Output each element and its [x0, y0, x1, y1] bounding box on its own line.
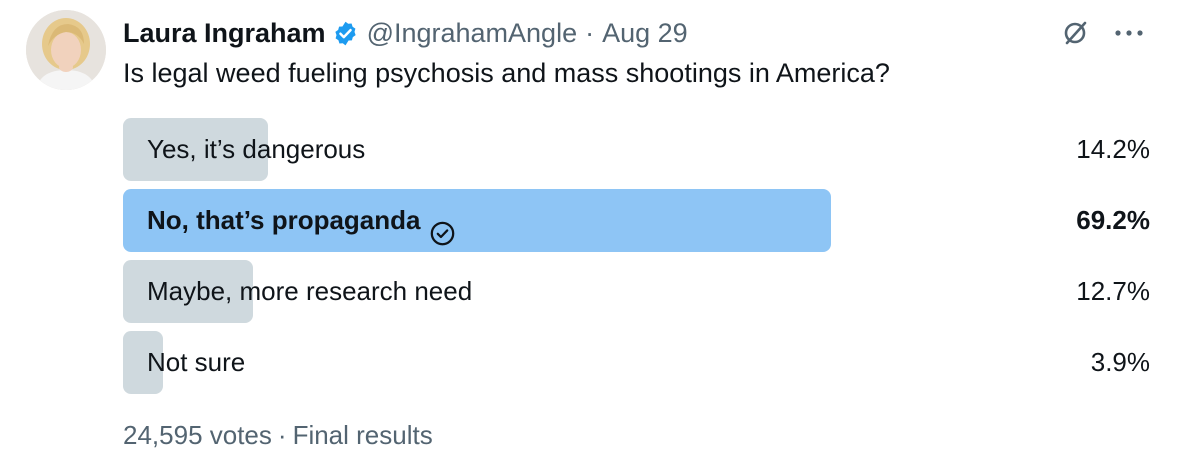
poll-option-label: No, that’s propaganda — [147, 189, 456, 252]
poll-footer-separator: · — [277, 420, 287, 450]
poll-footer: 24,595 votes · Final results — [123, 420, 433, 451]
poll-option-percent: 14.2% — [1076, 134, 1150, 164]
poll-vote-count: 24,595 votes — [123, 420, 272, 450]
avatar[interactable] — [26, 10, 106, 90]
poll-option: Not sure 3.9% — [123, 331, 1150, 394]
poll-option-text: Yes, it’s dangerous — [147, 134, 366, 164]
tweet-text: Is legal weed fueling psychosis and mass… — [123, 58, 890, 88]
poll-option-percent: 3.9% — [1090, 347, 1150, 377]
poll-option-winner: No, that’s propaganda 69.2% — [123, 189, 1150, 252]
tweet-date[interactable]: Aug 29 — [602, 18, 688, 49]
poll-option-text: No, that’s propaganda — [147, 205, 421, 235]
poll-option-text: Not sure — [147, 347, 246, 377]
poll-option-label: Yes, it’s dangerous — [147, 118, 365, 181]
header-separator: · — [585, 17, 595, 48]
grok-icon[interactable] — [1058, 16, 1092, 50]
poll-option-label: Maybe, more research need — [147, 260, 472, 323]
display-name[interactable]: Laura Ingraham — [123, 18, 326, 49]
handle[interactable]: @IngrahamAngle — [367, 18, 578, 49]
more-options-icon[interactable] — [1112, 26, 1146, 40]
verified-badge-icon — [332, 20, 359, 47]
poll-option-text: Maybe, more research need — [147, 276, 473, 306]
tweet-header: Laura Ingraham @IngrahamAngle · Aug 29 — [123, 14, 688, 52]
poll-option-label: Not sure — [147, 331, 245, 394]
check-circle-icon — [429, 207, 456, 246]
poll: Yes, it’s dangerous 14.2% No, that’s pro… — [123, 118, 1150, 402]
poll-option: Maybe, more research need 12.7% — [123, 260, 1150, 323]
poll-option-percent: 12.7% — [1076, 276, 1150, 306]
poll-option: Yes, it’s dangerous 14.2% — [123, 118, 1150, 181]
poll-status: Final results — [292, 420, 433, 450]
poll-option-percent: 69.2% — [1076, 205, 1150, 235]
